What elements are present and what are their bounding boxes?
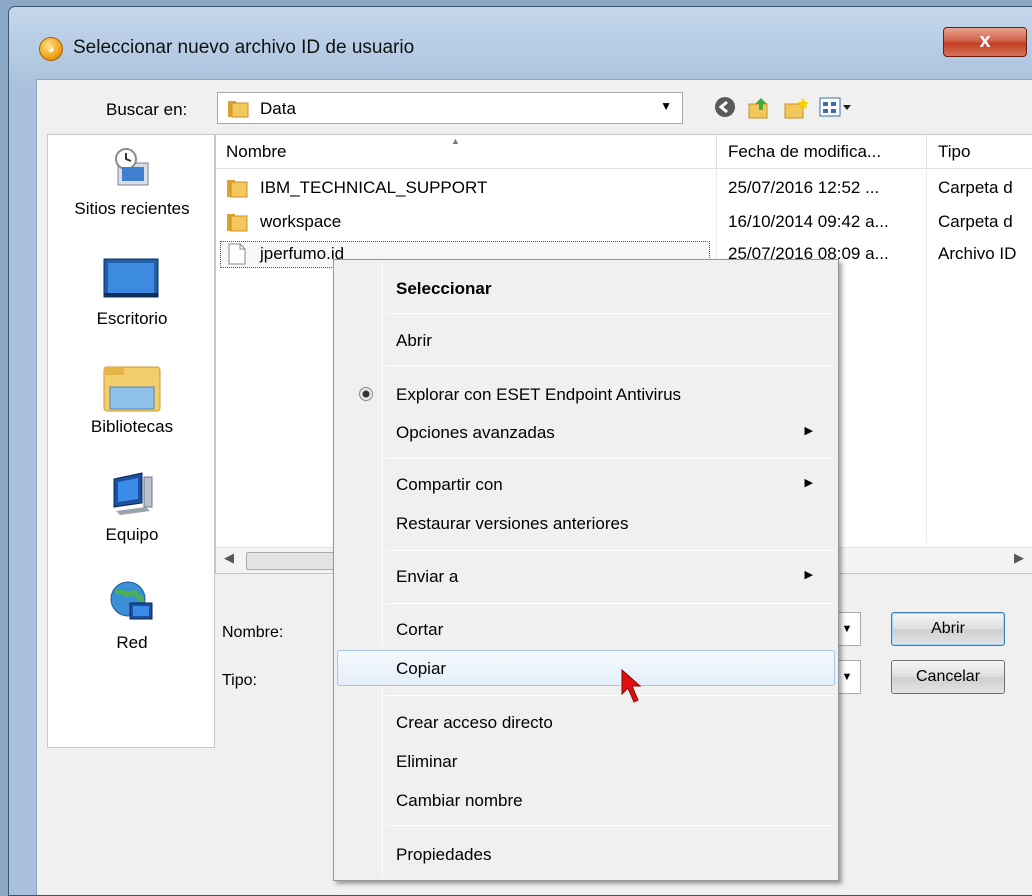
- context-menu: Seleccionar Abrir Explorar con ESET Endp…: [333, 259, 839, 881]
- menu-item-copy[interactable]: Copiar: [337, 650, 835, 686]
- chevron-down-icon: ▼: [660, 99, 672, 113]
- menu-item-label: Propiedades: [396, 845, 492, 864]
- filetype-label: Tipo:: [222, 672, 257, 689]
- look-in-dropdown[interactable]: Data ▼: [217, 92, 683, 124]
- libraries-icon: [103, 363, 161, 412]
- folder-icon: [227, 180, 248, 198]
- column-header-name[interactable]: Nombre: [226, 142, 286, 162]
- menu-separator: [386, 825, 834, 826]
- back-icon[interactable]: [713, 96, 737, 120]
- app-logo-icon: ◕: [39, 37, 63, 61]
- menu-separator: [386, 365, 834, 366]
- close-icon: x: [979, 30, 991, 52]
- filename-label: Nombre:: [222, 624, 284, 641]
- file-type: Carpeta d: [938, 178, 1013, 197]
- view-menu-icon[interactable]: [819, 96, 853, 120]
- menu-item-label: Restaurar versiones anteriores: [396, 514, 629, 533]
- submenu-arrow-icon: ▶: [804, 425, 813, 437]
- menu-item-share-with[interactable]: Compartir con ▶: [337, 466, 835, 502]
- desktop-icon: [103, 255, 159, 303]
- place-network[interactable]: Red: [48, 579, 216, 653]
- places-bar: Sitios recientes Escritorio Bibliotecas …: [47, 134, 215, 748]
- file-type: Carpeta d: [938, 212, 1013, 231]
- menu-separator: [386, 603, 834, 604]
- menu-item-eset-scan[interactable]: Explorar con ESET Endpoint Antivirus: [337, 376, 835, 412]
- column-divider[interactable]: [716, 135, 717, 169]
- file-icon: [228, 243, 246, 265]
- place-libraries[interactable]: Bibliotecas: [48, 363, 216, 437]
- menu-item-label: Crear acceso directo: [396, 713, 553, 732]
- menu-item-advanced-options[interactable]: Opciones avanzadas ▶: [337, 414, 835, 450]
- place-label: Equipo: [105, 525, 159, 544]
- open-button[interactable]: Abrir: [891, 612, 1005, 646]
- place-computer[interactable]: Equipo: [48, 471, 216, 545]
- menu-separator: [386, 695, 834, 696]
- sort-ascending-icon: ▲: [451, 136, 460, 146]
- new-folder-icon[interactable]: [783, 96, 809, 120]
- menu-item-send-to[interactable]: Enviar a ▶: [337, 558, 835, 594]
- menu-item-label: Opciones avanzadas: [396, 423, 555, 442]
- scroll-right-icon[interactable]: ▶: [1014, 550, 1024, 566]
- mouse-cursor-icon: [621, 668, 642, 703]
- file-list-header: ▲ Nombre Fecha de modifica... Tipo: [216, 135, 1032, 169]
- place-label: Sitios recientes: [74, 199, 190, 218]
- menu-item-label: Explorar con ESET Endpoint Antivirus: [396, 385, 682, 404]
- menu-separator: [386, 458, 834, 459]
- submenu-arrow-icon: ▶: [804, 569, 813, 581]
- file-type: Archivo ID: [938, 244, 1017, 263]
- look-in-value: Data: [260, 99, 296, 118]
- menu-item-delete[interactable]: Eliminar: [337, 743, 835, 779]
- column-header-date[interactable]: Fecha de modifica...: [728, 142, 881, 162]
- file-row[interactable]: workspace 16/10/2014 09:42 a... Carpeta …: [216, 207, 1032, 239]
- cancel-button[interactable]: Cancelar: [891, 660, 1005, 694]
- menu-item-rename[interactable]: Cambiar nombre: [337, 782, 835, 818]
- menu-separator: [386, 313, 834, 314]
- menu-item-label: Enviar a: [396, 567, 459, 586]
- column-header-type[interactable]: Tipo: [938, 142, 970, 162]
- folder-icon: [228, 101, 249, 118]
- menu-item-label: Cambiar nombre: [396, 791, 523, 810]
- close-button[interactable]: x: [943, 27, 1027, 57]
- title-bar[interactable]: ◕ Seleccionar nuevo archivo ID de usuari…: [9, 7, 1032, 77]
- menu-item-open[interactable]: Abrir: [337, 322, 835, 358]
- folder-icon: [227, 214, 248, 232]
- file-name: jperfumo.id: [260, 244, 345, 263]
- submenu-arrow-icon: ▶: [804, 477, 813, 489]
- menu-item-create-shortcut[interactable]: Crear acceso directo: [337, 704, 835, 740]
- file-date: 25/07/2016 12:52 ...: [728, 178, 880, 197]
- menu-item-label: Cortar: [396, 620, 444, 639]
- chevron-down-icon: ▼: [841, 623, 853, 635]
- chevron-down-icon: ▼: [841, 671, 853, 683]
- menu-item-label: Abrir: [396, 331, 432, 350]
- file-date: 16/10/2014 09:42 a...: [728, 212, 889, 231]
- menu-item-label: Copiar: [396, 659, 447, 678]
- menu-item-label: Eliminar: [396, 752, 458, 771]
- menu-item-properties[interactable]: Propiedades: [337, 836, 835, 872]
- menu-item-label: Seleccionar: [396, 279, 492, 298]
- eset-icon: [359, 387, 373, 401]
- column-divider[interactable]: [926, 135, 927, 169]
- place-recent[interactable]: Sitios recientes: [48, 145, 216, 219]
- look-in-label: Buscar en:: [106, 100, 188, 119]
- computer-icon: [108, 471, 156, 519]
- up-folder-icon[interactable]: [747, 96, 771, 120]
- file-name: IBM_TECHNICAL_SUPPORT: [260, 178, 488, 197]
- place-label: Red: [116, 633, 148, 652]
- place-label: Escritorio: [96, 309, 168, 328]
- menu-item-cut[interactable]: Cortar: [337, 611, 835, 647]
- scroll-left-icon[interactable]: ◀: [224, 550, 234, 566]
- place-desktop[interactable]: Escritorio: [48, 255, 216, 329]
- menu-item-select[interactable]: Seleccionar: [337, 270, 835, 306]
- place-label: Bibliotecas: [90, 417, 174, 436]
- menu-item-restore-versions[interactable]: Restaurar versiones anteriores: [337, 505, 835, 541]
- menu-separator: [386, 550, 834, 551]
- menu-item-label: Compartir con: [396, 475, 503, 494]
- network-icon: [108, 579, 156, 627]
- recent-places-icon: [108, 145, 156, 193]
- file-row[interactable]: IBM_TECHNICAL_SUPPORT 25/07/2016 12:52 .…: [216, 173, 1032, 205]
- window-title: Seleccionar nuevo archivo ID de usuario: [73, 37, 415, 58]
- file-name: workspace: [260, 212, 342, 231]
